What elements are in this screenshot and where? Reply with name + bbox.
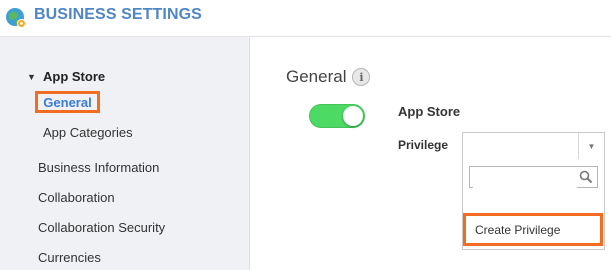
search-icon bbox=[579, 170, 593, 184]
app-store-label: App Store bbox=[398, 104, 461, 119]
header-bar: BUSINESS SETTINGS bbox=[0, 0, 611, 37]
app-logo-icon[interactable] bbox=[5, 7, 27, 29]
sidebar-section-label: App Store bbox=[43, 69, 106, 84]
toggle-knob bbox=[343, 106, 363, 126]
info-icon[interactable]: i bbox=[352, 68, 371, 86]
privilege-select[interactable]: ▼ bbox=[462, 132, 605, 160]
sidebar: ▼ App Store General App Categories Busin… bbox=[0, 37, 250, 270]
dropdown-search-input[interactable] bbox=[473, 168, 577, 188]
sidebar-item-collaboration[interactable]: Collaboration bbox=[38, 190, 115, 205]
dropdown-search-box[interactable] bbox=[469, 166, 598, 188]
caret-down-icon: ▼ bbox=[27, 71, 36, 82]
sidebar-item-general[interactable]: General bbox=[35, 91, 100, 113]
chevron-down-icon[interactable]: ▼ bbox=[578, 133, 604, 159]
page-title: General i bbox=[286, 67, 371, 87]
sidebar-item-collaboration-security[interactable]: Collaboration Security bbox=[38, 220, 165, 235]
privilege-label: Privilege bbox=[398, 138, 449, 152]
app-title: BUSINESS SETTINGS bbox=[34, 6, 202, 23]
sidebar-item-business-information[interactable]: Business Information bbox=[38, 160, 159, 175]
sidebar-item-currencies[interactable]: Currencies bbox=[38, 250, 101, 265]
sidebar-section-app-store[interactable]: ▼ App Store bbox=[27, 69, 105, 84]
create-privilege-option[interactable]: Create Privilege bbox=[463, 213, 603, 246]
sidebar-item-app-categories[interactable]: App Categories bbox=[43, 125, 133, 140]
page-title-text: General bbox=[286, 67, 347, 86]
main-content: General i App Store Privilege ▼ Create P… bbox=[250, 37, 611, 270]
app-store-toggle[interactable] bbox=[309, 104, 365, 128]
